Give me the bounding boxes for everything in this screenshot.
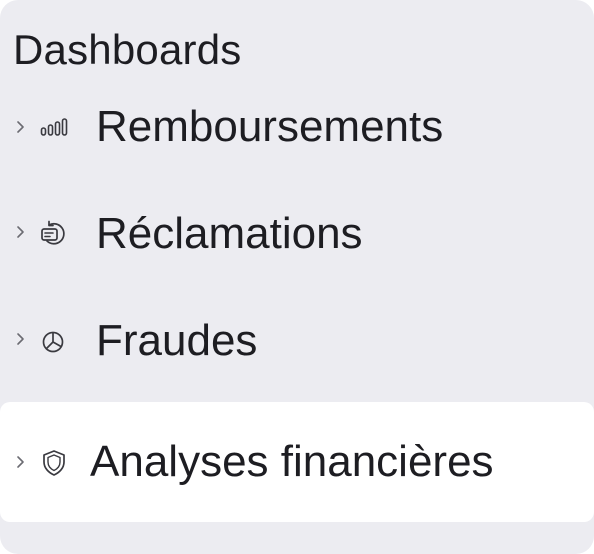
sidebar-item-fraudes[interactable]: Fraudes [0, 291, 594, 391]
chevron-right-icon[interactable] [14, 452, 28, 472]
sidebar-item-reclamations[interactable]: Réclamations [0, 184, 594, 284]
section-title: Dashboards [13, 26, 242, 73]
chevron-right-icon[interactable] [14, 222, 28, 242]
pie-chart-icon [38, 325, 70, 357]
chevron-right-icon[interactable] [14, 117, 28, 137]
shield-icon [38, 447, 70, 479]
dashboards-sidebar-panel: Dashboards Remboursements Réclamations F… [0, 0, 594, 554]
chevron-right-icon[interactable] [14, 329, 28, 349]
refresh-card-icon [38, 218, 70, 250]
bar-chart-icon [38, 111, 70, 143]
sidebar-item-analyses-financieres[interactable]: Analyses financières [0, 402, 594, 522]
sidebar-item-label: Réclamations [96, 209, 363, 258]
sidebar-item-label: Fraudes [96, 316, 258, 365]
sidebar-item-label: Analyses financières [90, 437, 494, 486]
sidebar-item-label: Remboursements [96, 102, 444, 151]
sidebar-item-remboursements[interactable]: Remboursements [0, 77, 594, 177]
